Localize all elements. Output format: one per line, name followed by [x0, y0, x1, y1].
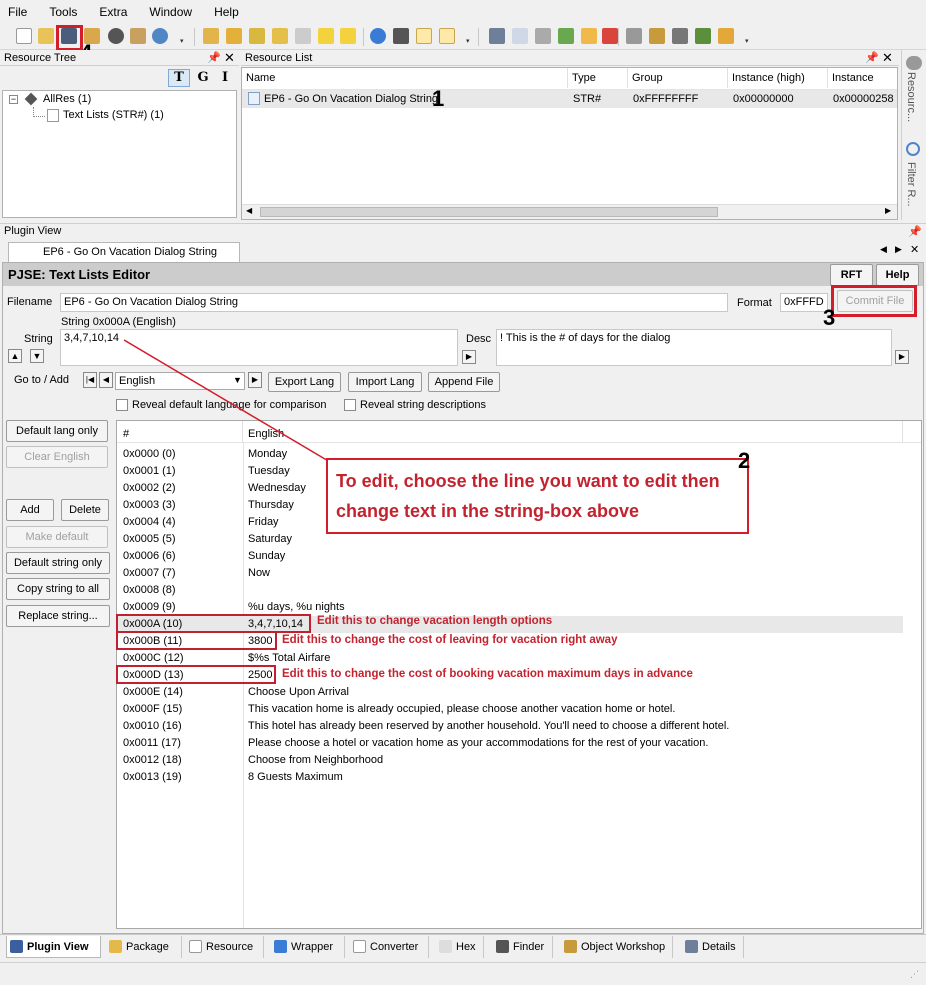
binoculars-icon — [496, 940, 509, 953]
workshop-icon — [564, 940, 577, 953]
resource-icon — [189, 940, 202, 953]
tab-hex[interactable]: Hex — [436, 936, 484, 958]
tab-resource[interactable]: Resource — [186, 936, 264, 958]
wrapper-icon — [274, 940, 287, 953]
tab-finder[interactable]: Finder — [493, 936, 553, 958]
tab-details[interactable]: Details — [682, 936, 744, 958]
tab-plugin-view[interactable]: Plugin View — [6, 936, 101, 958]
plugin-view-icon — [10, 940, 23, 953]
callout-text: To edit, choose the line you want to edi… — [336, 471, 720, 521]
callout-box: To edit, choose the line you want to edi… — [326, 458, 749, 534]
annotation-number-2: 2 — [738, 448, 751, 473]
tab-wrapper[interactable]: Wrapper — [271, 936, 345, 958]
details-icon — [685, 940, 698, 953]
tab-package[interactable]: Package — [106, 936, 182, 958]
tab-object-workshop[interactable]: Object Workshop — [561, 936, 673, 958]
package-icon — [109, 940, 122, 953]
resize-grip-icon[interactable]: ⋰ — [910, 969, 919, 980]
converter-icon — [353, 940, 366, 953]
status-bar: ⋰ — [0, 962, 926, 985]
hex-icon — [439, 940, 452, 953]
tab-converter[interactable]: Converter — [350, 936, 429, 958]
